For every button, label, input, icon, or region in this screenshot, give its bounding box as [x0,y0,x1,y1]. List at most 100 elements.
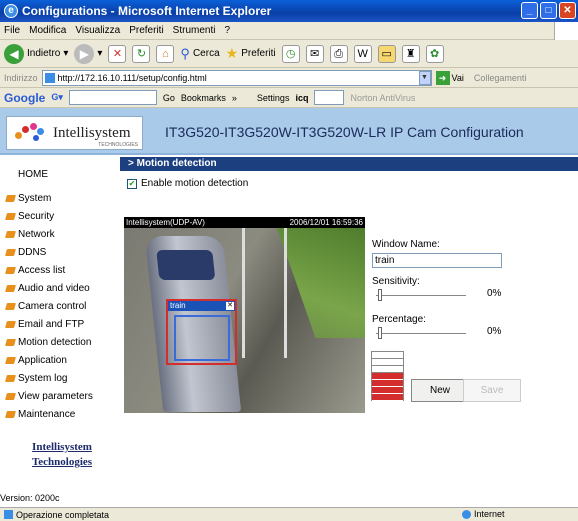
logo-dots-icon [13,122,47,144]
sidebar-item-system-log[interactable]: System log [5,369,93,387]
print-icon[interactable]: ⎙ [329,44,348,63]
forward-button[interactable]: ▶ ▾ [74,43,102,64]
go-button[interactable]: ➜ Vai [435,70,464,85]
forward-dropdown-icon[interactable]: ▾ [97,48,102,59]
status-bar: Operazione completata Internet [0,507,578,521]
company-link[interactable]: Intellisystem Technologies [18,440,106,470]
sidebar-item-system[interactable]: System [5,189,93,207]
favorites-button[interactable]: ★ Preferiti [226,45,276,62]
sidebar-item-application[interactable]: Application [5,351,93,369]
icq-search-input[interactable] [314,90,345,105]
page-content: Intellisystem TECHNOLOGIES IT3G520-IT3G5… [0,108,578,507]
sidebar-item-motion-detection[interactable]: Motion detection [5,333,93,351]
google-settings[interactable]: Settings [257,93,290,103]
slider-thumb[interactable] [378,327,382,339]
google-toolbar: Google G▾ Go Bookmarks » Settings icq No… [0,88,578,108]
google-go-button[interactable]: Go [163,93,175,103]
menu-preferiti[interactable]: Preferiti [129,25,163,36]
norton-label[interactable]: Norton AntiVirus [350,93,415,103]
sensitivity-value: 0% [487,288,502,299]
plugin-icon[interactable]: ✿ [425,44,444,63]
menu-help[interactable]: ? [224,25,230,36]
google-search-input[interactable] [68,90,157,105]
folder-icon[interactable]: ▭ [377,44,396,63]
mail-icon[interactable]: ✉ [305,44,324,63]
history-icon[interactable]: ◷ [281,44,300,63]
motion-level-meter [371,351,404,401]
company-logo: Intellisystem TECHNOLOGIES [6,116,143,150]
window-titlebar: e Configurations - Microsoft Internet Ex… [0,0,578,22]
minimize-button[interactable]: _ [521,2,538,19]
slider-track [376,333,466,334]
video-caption: Intellisystem(UDP-AV) 2006/12/01 16:59:3… [124,217,365,228]
video-source: Intellisystem(UDP-AV) [126,218,205,227]
google-menu-icon[interactable]: G▾ [51,92,63,103]
sensitivity-label: Sensitivity: [372,276,420,287]
nav-arrow-icon [5,248,16,256]
enable-motion-checkbox[interactable]: ✔ Enable motion detection [127,178,248,189]
menu-modifica[interactable]: Modifica [29,25,66,36]
sidebar-item-email-ftp[interactable]: Email and FTP [5,315,93,333]
sidebar-item-camera-control[interactable]: Camera control [5,297,93,315]
nav-arrow-icon [5,374,16,382]
nav-arrow-icon [5,302,16,310]
address-bar: Indirizzo http://172.16.10.111/setup/con… [0,68,578,88]
sidebar: HOME System Security Network DDNS Access… [0,157,120,507]
video-preview[interactable]: Intellisystem(UDP-AV) 2006/12/01 16:59:3… [124,217,365,413]
browser-toolbar: ◀ Indietro ▾ ▶ ▾ ✕ ↻ ⌂ ⚲ Cerca ★ Preferi… [0,40,578,68]
nav-arrow-icon [5,320,16,328]
search-icon: ⚲ [180,45,190,61]
window-name-input[interactable] [372,253,502,268]
google-logo: Google [4,90,46,105]
sidebar-item-audio-video[interactable]: Audio and video [5,279,93,297]
sensitivity-slider[interactable] [376,289,466,301]
new-button[interactable]: New [411,379,469,402]
sidebar-item-maintenance[interactable]: Maintenance [5,405,93,423]
motion-window-close-icon[interactable]: ✕ [226,302,234,310]
back-button[interactable]: ◀ Indietro ▾ [4,43,68,64]
sidebar-item-view-parameters[interactable]: View parameters [5,387,93,405]
sidebar-item-security[interactable]: Security [5,207,93,225]
edit-icon[interactable]: W [353,44,372,63]
stop-icon[interactable]: ✕ [108,44,127,63]
menu-strumenti[interactable]: Strumenti [173,25,216,36]
menu-file[interactable]: File [4,25,20,36]
vegetation [277,228,365,338]
nav-arrow-icon [5,230,16,238]
refresh-icon[interactable]: ↻ [132,44,151,63]
search-button[interactable]: ⚲ Cerca [180,46,219,62]
maximize-button[interactable]: □ [540,2,557,19]
save-button[interactable]: Save [463,379,521,402]
logo-text: Intellisystem [53,124,131,141]
nav-arrow-icon [5,284,16,292]
video-timestamp: 2006/12/01 16:59:36 [289,218,363,227]
messenger-icon[interactable]: ♜ [401,44,420,63]
address-dropdown-icon[interactable]: ▼ [418,70,431,85]
google-more-icon[interactable]: » [232,93,237,103]
catenary-pole [242,228,245,358]
go-arrow-icon: ➜ [435,70,450,85]
back-dropdown-icon[interactable]: ▾ [63,48,68,59]
camera-image [124,228,365,413]
nav-arrow-icon [5,392,16,400]
address-input[interactable]: http://172.16.10.111/setup/config.html ▼ [41,69,432,86]
menu-visualizza[interactable]: Visualizza [75,25,120,36]
sidebar-home-link[interactable]: HOME [18,169,48,180]
home-icon[interactable]: ⌂ [156,44,175,63]
links-label[interactable]: Collegamenti [474,73,527,83]
google-bookmarks[interactable]: Bookmarks [181,93,226,103]
nav-arrow-icon [5,212,16,220]
motion-window[interactable]: train ✕ [166,299,237,365]
sidebar-item-network[interactable]: Network [5,225,93,243]
nav-arrow-icon [5,266,16,274]
icq-button[interactable]: icq [295,93,308,103]
close-button[interactable]: ✕ [559,2,576,19]
sidebar-item-ddns[interactable]: DDNS [5,243,93,261]
slider-thumb[interactable] [378,289,382,301]
page-title: IT3G520-IT3G520W-IT3G520W-LR IP Cam Conf… [165,124,524,140]
version-text: Version: 0200c [0,493,60,503]
ie-icon: e [4,4,18,18]
percentage-slider[interactable] [376,327,466,339]
sidebar-item-access-list[interactable]: Access list [5,261,93,279]
logo-subtext: TECHNOLOGIES [98,142,138,148]
